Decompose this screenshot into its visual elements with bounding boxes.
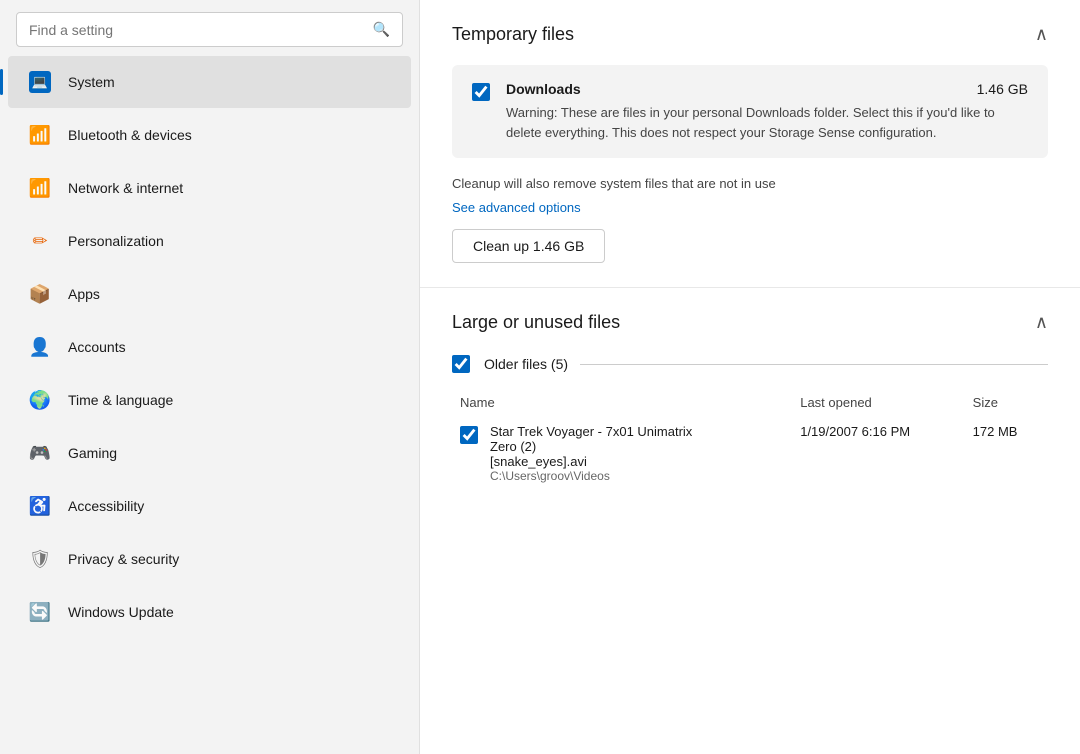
- file-last-opened: 1/19/2007 6:16 PM: [792, 418, 964, 489]
- sidebar-item-apps[interactable]: 📦 Apps: [8, 268, 411, 320]
- gaming-icon: 🎮: [28, 441, 52, 465]
- temporary-files-collapse-btn[interactable]: ∧: [1035, 24, 1048, 45]
- file-size: 172 MB: [965, 418, 1048, 489]
- large-files-title: Large or unused files: [452, 312, 620, 333]
- sidebar-item-privacy[interactable]: 🛡 Privacy & security: [8, 533, 411, 585]
- sidebar-item-time[interactable]: 🌍 Time & language: [8, 374, 411, 426]
- advanced-options-link[interactable]: See advanced options: [452, 200, 581, 215]
- file-info: Star Trek Voyager - 7x01 Unimatrix Zero …: [490, 424, 692, 483]
- cleanup-note: Cleanup will also remove system files th…: [452, 176, 1048, 191]
- temporary-files-title: Temporary files: [452, 24, 574, 45]
- sidebar-item-label-time: Time & language: [68, 392, 173, 408]
- temporary-files-header: Temporary files ∧: [452, 24, 1048, 45]
- main-content: Temporary files ∧ Downloads 1.46 GB Warn…: [420, 0, 1080, 754]
- sidebar-item-accessibility[interactable]: ♿ Accessibility: [8, 480, 411, 532]
- bluetooth-icon: 📶: [28, 123, 52, 147]
- older-files-checkbox-wrap[interactable]: [452, 355, 472, 375]
- time-icon: 🌍: [28, 388, 52, 412]
- sidebar-item-label-bluetooth: Bluetooth & devices: [68, 127, 192, 143]
- nav-list: 💻 System 📶 Bluetooth & devices 📶 Network…: [0, 55, 419, 639]
- downloads-card: Downloads 1.46 GB Warning: These are fil…: [452, 65, 1048, 158]
- downloads-card-content: Downloads 1.46 GB Warning: These are fil…: [506, 81, 1028, 142]
- older-files-label: Older files (5): [484, 356, 568, 372]
- network-icon: 📶: [28, 176, 52, 200]
- col-size: Size: [965, 391, 1048, 418]
- downloads-checkbox-wrap[interactable]: [472, 83, 492, 103]
- sidebar: 🔍 💻 System 📶 Bluetooth & devices 📶 Netwo…: [0, 0, 420, 754]
- sidebar-item-label-personalization: Personalization: [68, 233, 164, 249]
- sidebar-item-system[interactable]: 💻 System: [8, 56, 411, 108]
- sidebar-item-update[interactable]: 🔄 Windows Update: [8, 586, 411, 638]
- system-icon: 💻: [28, 70, 52, 94]
- accessibility-icon: ♿: [28, 494, 52, 518]
- clean-up-button[interactable]: Clean up 1.46 GB: [452, 229, 605, 263]
- accounts-icon: 👤: [28, 335, 52, 359]
- large-files-section: Large or unused files ∧ Older files (5) …: [420, 288, 1080, 513]
- col-last-opened: Last opened: [792, 391, 964, 418]
- update-icon: 🔄: [28, 600, 52, 624]
- downloads-size: 1.46 GB: [977, 81, 1028, 97]
- search-input[interactable]: [29, 22, 365, 38]
- file-path: C:\Users\groov\Videos: [490, 469, 692, 483]
- downloads-checkbox[interactable]: [472, 83, 490, 101]
- files-table-head: Name Last opened Size: [452, 391, 1048, 418]
- table-row: Star Trek Voyager - 7x01 Unimatrix Zero …: [452, 418, 1048, 489]
- files-table-body: Star Trek Voyager - 7x01 Unimatrix Zero …: [452, 418, 1048, 489]
- sidebar-item-personalization[interactable]: ✏ Personalization: [8, 215, 411, 267]
- sidebar-item-network[interactable]: 📶 Network & internet: [8, 162, 411, 214]
- sidebar-item-gaming[interactable]: 🎮 Gaming: [8, 427, 411, 479]
- personalization-icon: ✏: [28, 229, 52, 253]
- file-checkbox-wrap[interactable]: [460, 426, 480, 446]
- files-table-header-row: Name Last opened Size: [452, 391, 1048, 418]
- older-files-header: Older files (5): [452, 353, 1048, 375]
- large-files-collapse-btn[interactable]: ∧: [1035, 312, 1048, 333]
- sidebar-item-accounts[interactable]: 👤 Accounts: [8, 321, 411, 373]
- sidebar-item-label-update: Windows Update: [68, 604, 174, 620]
- downloads-description: Warning: These are files in your persona…: [506, 103, 1028, 142]
- col-name: Name: [452, 391, 792, 418]
- sidebar-item-label-network: Network & internet: [68, 180, 183, 196]
- file-name-line3: [snake_eyes].avi: [490, 454, 692, 469]
- older-files-checkbox[interactable]: [452, 355, 470, 373]
- apps-icon: 📦: [28, 282, 52, 306]
- sidebar-item-label-accessibility: Accessibility: [68, 498, 144, 514]
- search-icon[interactable]: 🔍: [373, 21, 390, 38]
- file-name-cell: Star Trek Voyager - 7x01 Unimatrix Zero …: [452, 418, 792, 489]
- downloads-title: Downloads: [506, 81, 581, 97]
- downloads-title-row: Downloads 1.46 GB: [506, 81, 1028, 97]
- file-checkbox[interactable]: [460, 426, 478, 444]
- large-files-header: Large or unused files ∧: [452, 312, 1048, 333]
- sidebar-item-label-accounts: Accounts: [68, 339, 126, 355]
- sidebar-item-label-privacy: Privacy & security: [68, 551, 179, 567]
- file-name: Star Trek Voyager - 7x01 Unimatrix: [490, 424, 692, 439]
- search-box[interactable]: 🔍: [16, 12, 403, 47]
- divider-line: [580, 364, 1048, 365]
- files-table: Name Last opened Size Star Trek Voyager …: [452, 391, 1048, 489]
- privacy-icon: 🛡: [28, 547, 52, 571]
- temporary-files-section: Temporary files ∧ Downloads 1.46 GB Warn…: [420, 0, 1080, 288]
- sidebar-item-label-apps: Apps: [68, 286, 100, 302]
- sidebar-item-label-system: System: [68, 74, 115, 90]
- file-name-line2: Zero (2): [490, 439, 692, 454]
- sidebar-item-label-gaming: Gaming: [68, 445, 117, 461]
- sidebar-item-bluetooth[interactable]: 📶 Bluetooth & devices: [8, 109, 411, 161]
